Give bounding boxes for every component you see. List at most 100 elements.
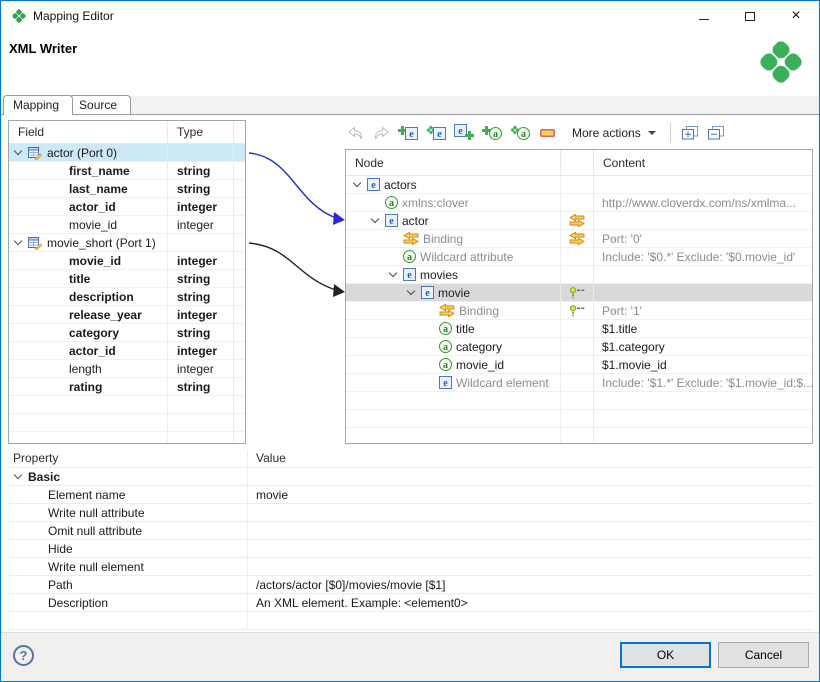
property-row[interactable]: Write null attribute [8, 504, 813, 522]
chevron-down-icon[interactable] [353, 179, 361, 187]
field-tree-field-row[interactable]: lengthinteger [9, 360, 245, 378]
redo-icon[interactable] [372, 122, 390, 144]
node-tree-row[interactable]: BindingPort: '0' [346, 230, 812, 248]
field-tree-field-row[interactable]: release_yearinteger [9, 306, 245, 324]
tab-source[interactable]: Source [69, 95, 131, 114]
node-tree-row[interactable]: BindingPort: '1' [346, 302, 812, 320]
binding-icon [569, 214, 585, 227]
property-label: Path [48, 578, 73, 592]
node-tree-row[interactable]: acategory$1.category [346, 338, 812, 356]
field-tree-field-row[interactable]: movie_idinteger [9, 216, 245, 234]
undo-icon[interactable] [346, 122, 364, 144]
field-tree-field-row[interactable]: descriptionstring [9, 288, 245, 306]
property-label: Write null attribute [48, 506, 145, 520]
node-content: Include: '$1.*' Exclude: '$1.movie_id;$.… [602, 376, 812, 390]
node-content: $1.category [602, 340, 665, 354]
remove-icon[interactable] [538, 122, 556, 144]
close-button[interactable]: × [773, 1, 819, 31]
node-tree-row[interactable]: atitle$1.title [346, 320, 812, 338]
field-tree-field-row[interactable]: rating string [9, 378, 245, 396]
collapse-all-icon[interactable] [707, 122, 725, 144]
chevron-down-icon[interactable] [14, 147, 22, 155]
field-tree-field-row[interactable]: first_namestring [9, 162, 245, 180]
maximize-button[interactable] [727, 1, 773, 31]
node-label: Wildcard attribute [420, 250, 513, 264]
node-content: http://www.cloverdx.com/ns/xmlma... [602, 196, 796, 210]
field-tree-port-row[interactable]: actor (Port 0) [9, 144, 245, 162]
column-header-node[interactable]: Node [346, 150, 561, 175]
node-label: xmlns:clover [402, 196, 469, 210]
node-tree-row[interactable]: a Wildcard attribute Include: '$0.*' Exclu… [346, 248, 812, 266]
column-header-type[interactable]: Type [168, 121, 234, 143]
property-row[interactable]: Omit null attribute [8, 522, 813, 540]
field-tree-field-row[interactable]: categorystring [9, 324, 245, 342]
property-row[interactable]: Path/actors/actor [$0]/movies/movie [$1] [8, 576, 813, 594]
chevron-down-icon[interactable] [389, 269, 397, 277]
field-tree-port-row[interactable]: movie_short (Port 1) [9, 234, 245, 252]
property-row[interactable]: DescriptionAn XML element. Example: <ele… [8, 594, 813, 612]
add-wildcard-attribute-icon[interactable]: a [510, 122, 530, 144]
column-header-property[interactable]: Property [8, 450, 248, 468]
node-tree-row[interactable]: eactors [346, 176, 812, 194]
property-grid-header: Property Value [8, 449, 813, 468]
svg-text:a: a [443, 342, 448, 353]
field-tree-field-row[interactable]: movie_idinteger [9, 252, 245, 270]
node-tree-row[interactable]: emovie [346, 284, 812, 302]
field-label: rating [69, 380, 102, 394]
toolbar-separator [670, 123, 671, 143]
field-type: integer [177, 344, 217, 358]
field-type: string [177, 380, 210, 394]
node-content: Include: '$0.*' Exclude: '$0.movie_id' [602, 250, 795, 264]
dialog-footer: ? OK Cancel [1, 632, 819, 681]
svg-text:e: e [437, 129, 442, 140]
element-icon: e [439, 376, 452, 389]
property-grid: Property Value BasicElement namemovie Wri… [8, 449, 813, 632]
arrow-port0-to-actor [249, 153, 345, 225]
node-tree-row[interactable]: eactor [346, 212, 812, 230]
svg-text:e: e [407, 270, 412, 281]
field-type: integer [177, 362, 214, 376]
chevron-down-icon[interactable] [14, 471, 22, 479]
field-tree-field-row[interactable]: last_namestring [9, 180, 245, 198]
field-label: actor_id [69, 344, 116, 358]
more-actions-button[interactable]: More actions [568, 124, 660, 142]
minimize-button[interactable] [681, 1, 727, 31]
chevron-down-icon[interactable] [14, 237, 22, 245]
column-header-field[interactable]: Field [9, 121, 168, 143]
node-tree-row[interactable]: amovie_id$1.movie_id [346, 356, 812, 374]
tab-mapping[interactable]: Mapping [3, 95, 73, 115]
field-label: first_name [69, 164, 130, 178]
expand-all-icon[interactable] [681, 122, 699, 144]
help-button[interactable]: ? [13, 645, 34, 666]
property-label: Write null element [48, 560, 144, 574]
add-element-icon[interactable]: e [454, 122, 474, 144]
add-wildcard-element-icon[interactable]: e [426, 122, 446, 144]
property-row[interactable]: Element namemovie [8, 486, 813, 504]
property-row[interactable]: Hide [8, 540, 813, 558]
node-tree-row[interactable]: axmlns:cloverhttp://www.cloverdx.com/ns/… [346, 194, 812, 212]
ok-button[interactable]: OK [620, 642, 711, 668]
svg-text:e: e [389, 216, 394, 227]
field-tree-field-row[interactable]: actor_idinteger [9, 198, 245, 216]
property-row[interactable]: Write null element [8, 558, 813, 576]
cancel-button[interactable]: Cancel [718, 642, 809, 668]
attribute-icon: a [439, 340, 452, 353]
column-header-content[interactable]: Content [594, 150, 812, 175]
svg-text:a: a [493, 129, 498, 140]
attribute-icon: a [403, 250, 416, 263]
svg-text:e: e [371, 180, 376, 191]
add-attribute-icon[interactable]: a [482, 122, 502, 144]
node-tree-row[interactable]: emovies [346, 266, 812, 284]
field-type: string [177, 272, 210, 286]
node-tree-row[interactable]: eWildcard elementInclude: '$1.*' Exclude… [346, 374, 812, 392]
chevron-down-icon[interactable] [407, 287, 415, 295]
add-child-element-icon[interactable]: e [398, 122, 418, 144]
field-tree-field-row[interactable]: titlestring [9, 270, 245, 288]
field-tree-field-row[interactable]: actor_id integer [9, 342, 245, 360]
node-label: movie [438, 286, 470, 300]
node-tree-empty-row [346, 428, 812, 444]
property-group-row[interactable]: Basic [8, 468, 813, 486]
dialog-header: XML Writer [1, 31, 819, 96]
column-header-value[interactable]: Value [248, 450, 813, 468]
chevron-down-icon[interactable] [371, 215, 379, 223]
